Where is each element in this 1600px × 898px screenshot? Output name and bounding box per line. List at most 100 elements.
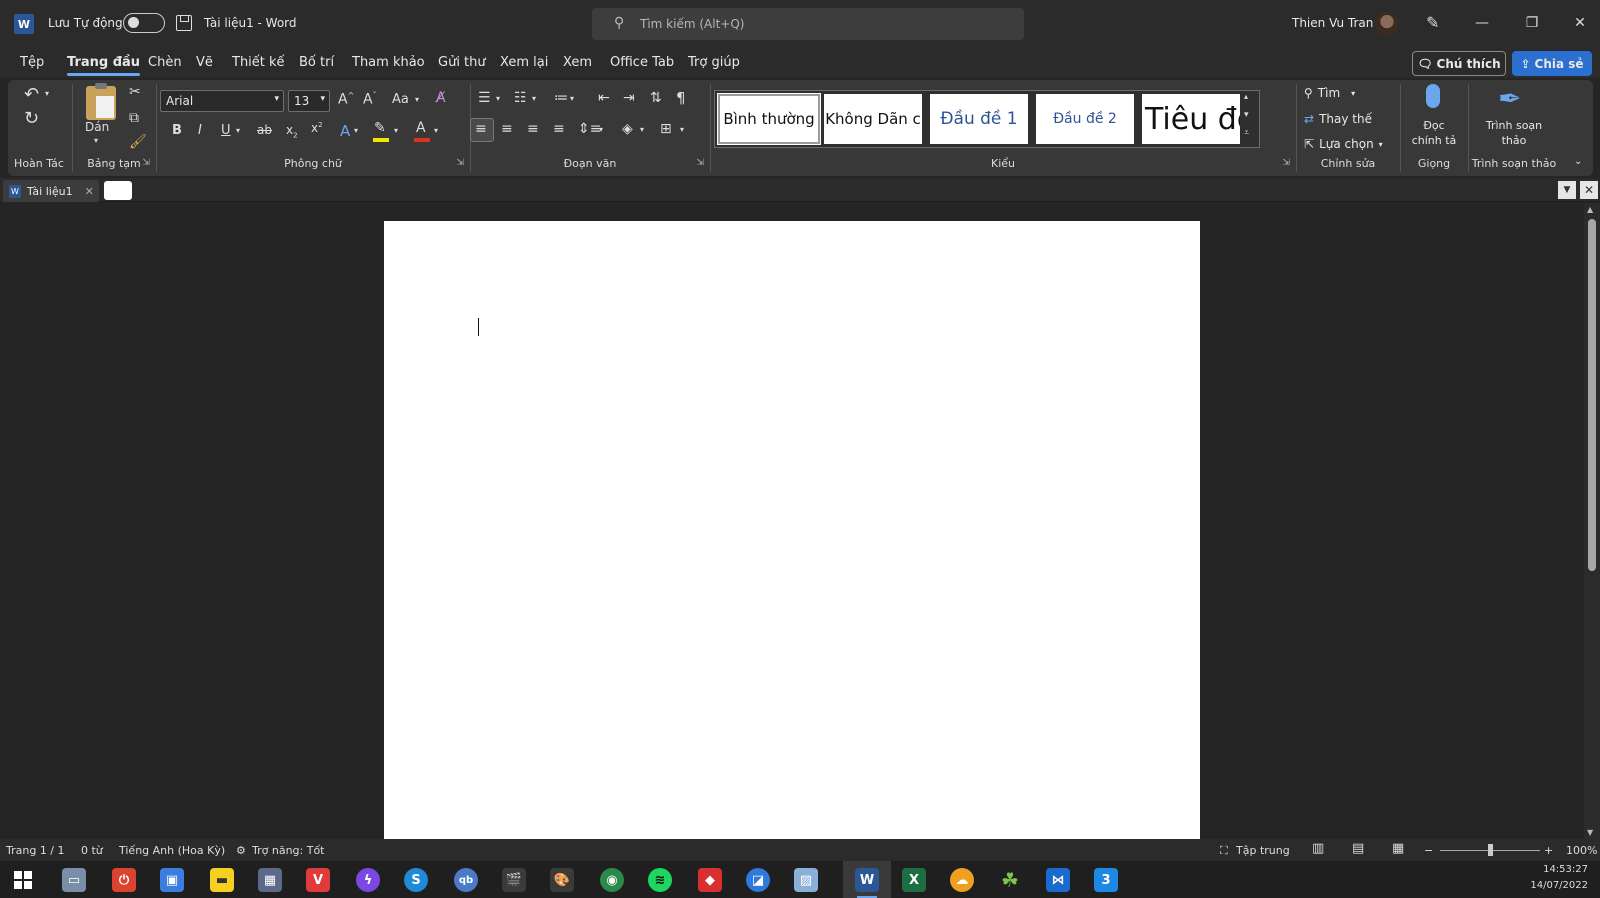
italic-icon[interactable]: I <box>198 123 202 138</box>
dialog-launcher-icon[interactable]: ⇲ <box>456 158 464 168</box>
document-tab[interactable]: W Tài liệu1 ✕ <box>3 180 99 202</box>
multilevel-list-icon[interactable]: ≔ <box>554 90 568 106</box>
chevron-down-icon[interactable]: ▾ <box>45 89 49 98</box>
format-painter-icon[interactable]: 🖌 <box>129 134 147 150</box>
calculator-icon[interactable]: ▦ <box>258 868 282 892</box>
tab-insert[interactable]: Chèn <box>148 55 182 70</box>
document-page[interactable] <box>384 221 1200 841</box>
scrollbar-thumb[interactable] <box>1588 219 1596 571</box>
clock-time[interactable]: 14:53:27 <box>1543 864 1588 875</box>
zoom-slider-thumb[interactable] <box>1488 844 1493 856</box>
copy-icon[interactable]: ⧉ <box>129 110 139 126</box>
read-mode-icon[interactable]: ▥ <box>1312 841 1324 856</box>
comments-button[interactable]: 🗨 Chú thích <box>1412 51 1506 76</box>
remote-desktop-icon[interactable]: ◪ <box>746 868 770 892</box>
font-color-icon[interactable]: A <box>416 120 426 136</box>
file-explorer-icon[interactable]: ▭ <box>62 868 86 892</box>
avatar[interactable] <box>1375 12 1399 36</box>
tab-design[interactable]: Thiết kế <box>232 55 285 70</box>
chevron-down-icon[interactable]: ▾ <box>415 95 419 104</box>
dialog-launcher-icon[interactable]: ⇲ <box>696 158 704 168</box>
app-mx-icon[interactable]: ⋈ <box>1046 868 1070 892</box>
style-heading-1[interactable]: Đầu đề 1 <box>930 94 1028 144</box>
clover-icon[interactable]: ☘ <box>998 868 1022 892</box>
web-layout-icon[interactable]: ▦ <box>1392 841 1404 856</box>
replace-button[interactable]: ⇄ Thay thế <box>1304 112 1372 126</box>
chevron-down-icon[interactable]: ▾ <box>434 126 438 135</box>
zoom-in-icon[interactable]: + <box>1544 844 1553 857</box>
undo-icon[interactable]: ↶ <box>24 84 39 105</box>
underline-icon[interactable]: U <box>221 123 231 138</box>
microphone-icon[interactable] <box>1426 84 1440 108</box>
align-right-icon[interactable]: ≡ <box>527 121 539 137</box>
style-no-spacing[interactable]: Không Dãn c <box>824 94 922 144</box>
numbering-icon[interactable]: ☷ <box>514 90 527 106</box>
redo-icon[interactable]: ↻ <box>24 108 39 129</box>
decrease-indent-icon[interactable]: ⇤ <box>598 90 610 106</box>
word-icon[interactable]: W <box>855 868 879 892</box>
chevron-down-icon[interactable]: ▾ <box>680 125 684 134</box>
paint-icon[interactable]: 🎨 <box>550 868 574 892</box>
minimize-button[interactable]: — <box>1467 10 1497 36</box>
chevron-down-icon[interactable]: ▾ <box>640 125 644 134</box>
language[interactable]: Tiếng Anh (Hoa Kỳ) <box>119 844 225 857</box>
focus-mode[interactable]: Tập trung <box>1236 844 1290 857</box>
spotify-icon[interactable]: ≋ <box>648 868 672 892</box>
strikethrough-icon[interactable]: ab <box>257 123 272 137</box>
zoom-out-icon[interactable]: − <box>1424 844 1433 857</box>
tab-layout[interactable]: Bố trí <box>299 55 334 70</box>
justify-icon[interactable]: ≡ <box>553 121 565 137</box>
sticky-notes-icon[interactable]: ▬ <box>210 868 234 892</box>
editor-pen-icon[interactable]: ✒ <box>1498 82 1521 115</box>
paste-icon[interactable] <box>86 83 116 120</box>
chevron-down-icon[interactable]: ▾ <box>354 126 358 135</box>
globe-icon[interactable]: ◉ <box>600 868 624 892</box>
search-input[interactable]: ⚲ Tìm kiếm (Alt+Q) <box>592 8 1024 40</box>
style-title[interactable]: Tiêu đề <box>1142 94 1240 144</box>
line-spacing-icon[interactable]: ⇕≡ <box>578 121 601 137</box>
highlight-icon[interactable]: ✎ <box>374 120 386 136</box>
tab-office-tab[interactable]: Office Tab <box>610 55 674 70</box>
restore-button[interactable]: ❐ <box>1517 10 1547 36</box>
align-center-icon[interactable]: ≡ <box>501 121 513 137</box>
chevron-down-icon[interactable]: ▾ <box>532 94 536 103</box>
user-name[interactable]: Thien Vu Tran <box>1292 16 1373 30</box>
accessibility-status[interactable]: Trợ năng: Tốt <box>252 844 324 857</box>
autosave-toggle[interactable] <box>123 13 165 33</box>
tab-references[interactable]: Tham khảo <box>352 55 425 70</box>
tab-list-dropdown-icon[interactable]: ▼ <box>1558 181 1576 199</box>
cut-icon[interactable]: ✂ <box>129 84 141 100</box>
chevron-down-icon[interactable]: ▾ <box>394 126 398 135</box>
grow-font-icon[interactable]: A^ <box>338 91 354 108</box>
text-effects-icon[interactable]: A <box>340 122 350 140</box>
more-styles-icon[interactable]: ⩡ <box>1244 128 1249 138</box>
clock-date[interactable]: 14/07/2022 <box>1530 880 1588 891</box>
tab-mailings[interactable]: Gửi thư <box>438 55 486 70</box>
chevron-down-icon[interactable]: ▾ <box>94 136 98 145</box>
shading-icon[interactable]: ◈ <box>622 121 633 137</box>
zoom-level[interactable]: 100% <box>1566 844 1597 857</box>
font-size-select[interactable]: 13 ▾ <box>288 90 330 112</box>
chevron-down-icon[interactable]: ▾ <box>496 94 500 103</box>
chevron-down-icon[interactable]: ▾ <box>570 94 574 103</box>
tab-view[interactable]: Xem <box>563 55 592 70</box>
find-button[interactable]: ⚲ Tìm ▾ <box>1304 86 1355 100</box>
show-marks-icon[interactable]: ¶ <box>676 89 686 107</box>
subscript-icon[interactable]: x2 <box>286 123 298 139</box>
chevron-up-icon[interactable]: ▴ <box>1244 92 1248 101</box>
messenger-icon[interactable]: ϟ <box>356 868 380 892</box>
dialog-launcher-icon[interactable]: ⇲ <box>1282 158 1290 168</box>
video-editor-icon[interactable]: 🎬 <box>502 868 526 892</box>
increase-indent-icon[interactable]: ⇥ <box>623 90 635 106</box>
tab-draw[interactable]: Vẽ <box>196 55 213 70</box>
superscript-icon[interactable]: x2 <box>311 121 323 135</box>
dictate-label[interactable]: Đọc chính tả <box>1410 118 1458 148</box>
media-app-icon[interactable]: ◆ <box>698 868 722 892</box>
vivaldi-icon[interactable]: V <box>306 868 330 892</box>
style-normal[interactable]: Bình thường <box>717 93 821 145</box>
page-count[interactable]: Trang 1 / 1 <box>6 844 65 857</box>
ribbon-collapse-icon[interactable]: ⌄ <box>1574 156 1582 167</box>
tab-file[interactable]: Tệp <box>20 55 44 70</box>
store-icon[interactable]: ▣ <box>160 868 184 892</box>
photos-icon[interactable]: ▨ <box>794 868 818 892</box>
